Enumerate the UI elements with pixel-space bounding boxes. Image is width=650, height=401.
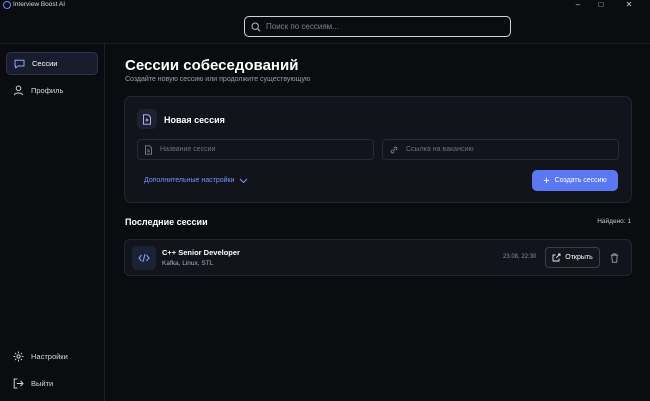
app-title: Interview Boost AI <box>13 1 66 8</box>
plus-icon: + <box>543 174 550 187</box>
title-bar: Interview Boost AI – □ ✕ <box>0 0 650 10</box>
sidebar-item-profile[interactable]: Профиль <box>6 79 98 102</box>
main-content: Сессии собеседований Создайте новую сесс… <box>105 44 650 401</box>
create-session-button[interactable]: + Создать сессию <box>532 170 618 191</box>
page-title: Сессии собеседований <box>125 57 299 74</box>
code-icon <box>132 246 156 270</box>
new-session-card: Новая сессия Дополнительные настройки <box>124 96 632 203</box>
found-count: Найдено: 1 <box>597 218 631 225</box>
session-date: 23.08, 22:30 <box>503 254 537 260</box>
vacancy-link-field[interactable] <box>382 139 619 160</box>
trash-icon <box>610 253 618 263</box>
app-logo-icon <box>3 1 11 9</box>
document-icon <box>137 109 157 129</box>
sidebar-item-label: Профиль <box>31 86 64 95</box>
vacancy-link-input[interactable] <box>406 146 606 153</box>
open-session-label: Открыть <box>565 254 593 261</box>
search-box[interactable] <box>244 16 511 37</box>
search-icon <box>251 21 261 32</box>
page-subtitle: Создайте новую сессию или продолжите сущ… <box>125 76 311 83</box>
sidebar-item-settings[interactable]: Настройки <box>6 345 98 368</box>
advanced-settings-toggle[interactable]: Дополнительные настройки <box>144 177 248 184</box>
new-session-title: Новая сессия <box>164 115 225 125</box>
sidebar: Сессии Профиль Настройки Выйти <box>0 44 105 401</box>
session-tags: Kafka, Linux, STL <box>162 260 214 267</box>
recent-sessions-title: Последние сессии <box>125 217 208 227</box>
sidebar-item-label: Настройки <box>31 352 68 361</box>
gear-icon <box>13 351 24 362</box>
session-name-field[interactable] <box>137 139 374 160</box>
open-session-button[interactable]: Открыть <box>545 247 600 268</box>
top-header <box>0 10 650 44</box>
session-row[interactable]: C++ Senior Developer Kafka, Linux, STL 2… <box>124 239 632 276</box>
sidebar-item-label: Выйти <box>31 379 54 388</box>
logout-icon <box>13 378 24 389</box>
external-link-icon <box>552 253 561 262</box>
maximize-button[interactable]: □ <box>590 0 612 10</box>
search-input[interactable] <box>266 22 486 31</box>
chevron-down-icon <box>239 178 247 183</box>
user-icon <box>13 85 24 96</box>
sidebar-item-sessions[interactable]: Сессии <box>6 52 98 75</box>
create-session-label: Создать сессию <box>554 177 607 184</box>
session-name-input[interactable] <box>160 146 360 153</box>
file-icon <box>145 144 152 155</box>
session-title: C++ Senior Developer <box>162 248 240 257</box>
close-button[interactable]: ✕ <box>618 0 640 10</box>
chat-icon <box>14 59 25 68</box>
link-icon <box>390 146 398 153</box>
advanced-settings-label: Дополнительные настройки <box>144 177 235 184</box>
sidebar-item-logout[interactable]: Выйти <box>6 372 98 395</box>
minimize-button[interactable]: – <box>567 0 589 10</box>
delete-session-button[interactable] <box>607 251 621 265</box>
sidebar-item-label: Сессии <box>32 59 58 68</box>
